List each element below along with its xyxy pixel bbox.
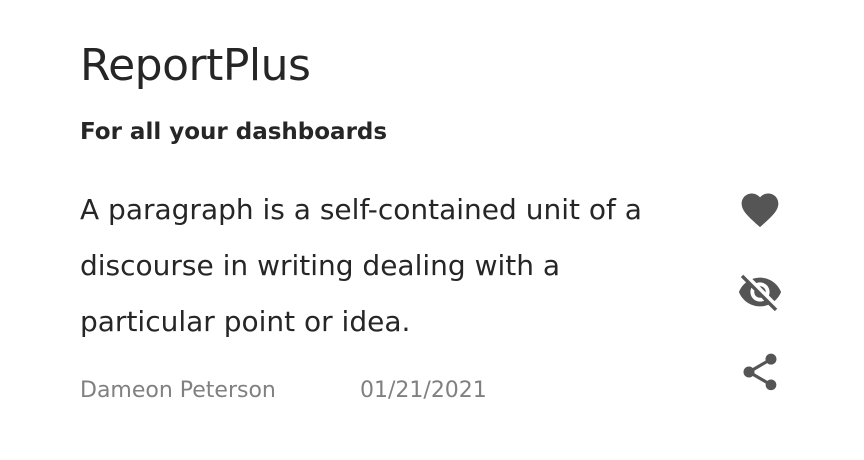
card-body: A paragraph is a self-contained unit of … bbox=[80, 193, 642, 338]
card-subtitle: For all your dashboards bbox=[80, 119, 388, 145]
heart-icon bbox=[741, 193, 779, 228]
report-card: ReportPlus For all your dashboards A par… bbox=[0, 0, 864, 460]
share-icon bbox=[743, 353, 777, 391]
eye-off-icon bbox=[738, 274, 782, 312]
share-button[interactable] bbox=[730, 342, 790, 402]
like-button[interactable] bbox=[730, 180, 790, 240]
author-name: Dameon Peterson bbox=[80, 378, 276, 403]
post-date: 01/21/2021 bbox=[360, 378, 487, 403]
card-title: ReportPlus bbox=[80, 40, 311, 91]
hide-button[interactable] bbox=[730, 262, 790, 322]
